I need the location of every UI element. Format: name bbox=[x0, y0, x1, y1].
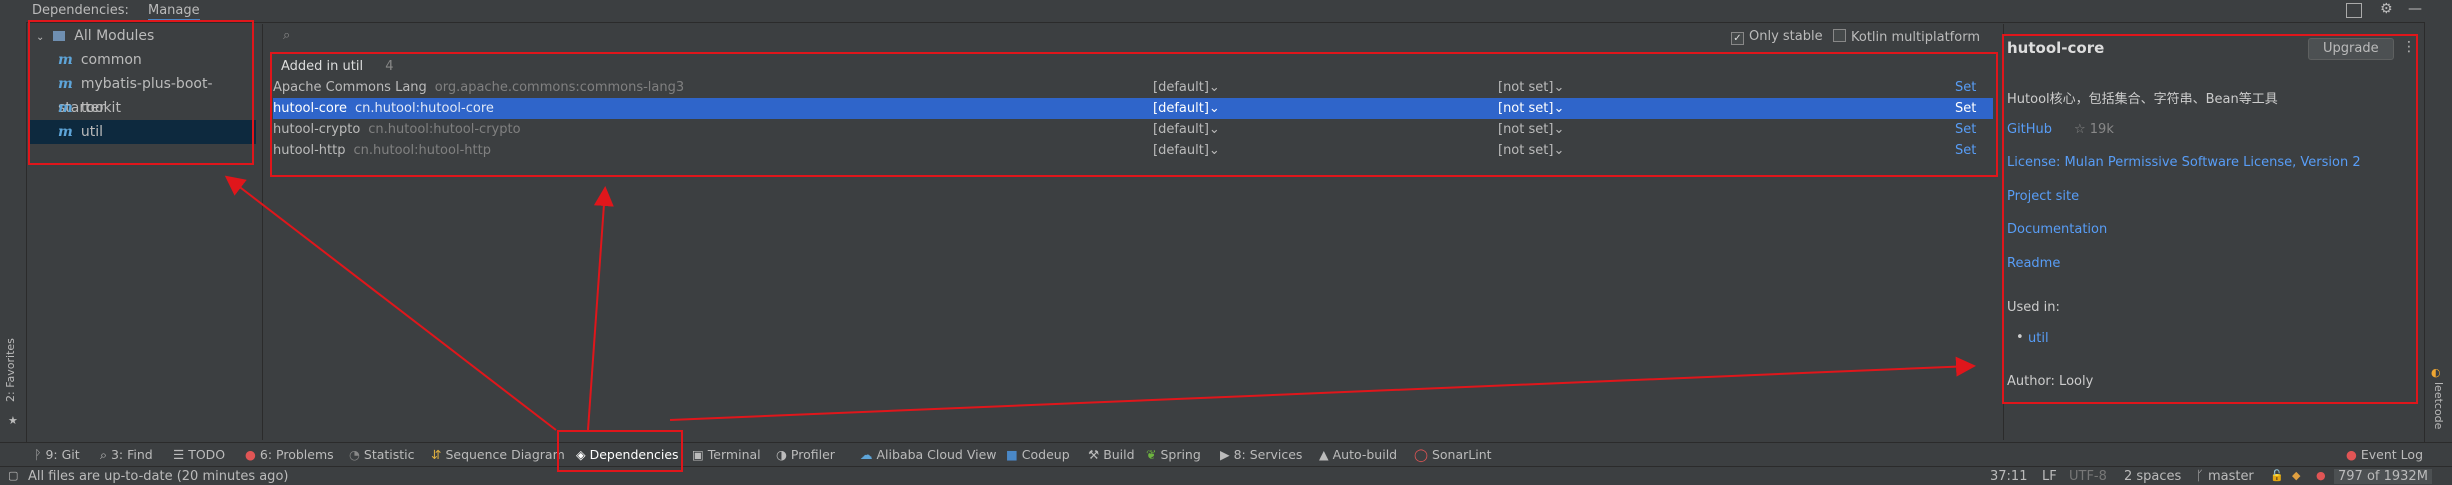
arrow-to-dependencies bbox=[587, 186, 614, 431]
annotation-arrows bbox=[224, 175, 1976, 431]
arrow-to-modules bbox=[224, 175, 557, 431]
arrow-to-details bbox=[669, 356, 1976, 421]
